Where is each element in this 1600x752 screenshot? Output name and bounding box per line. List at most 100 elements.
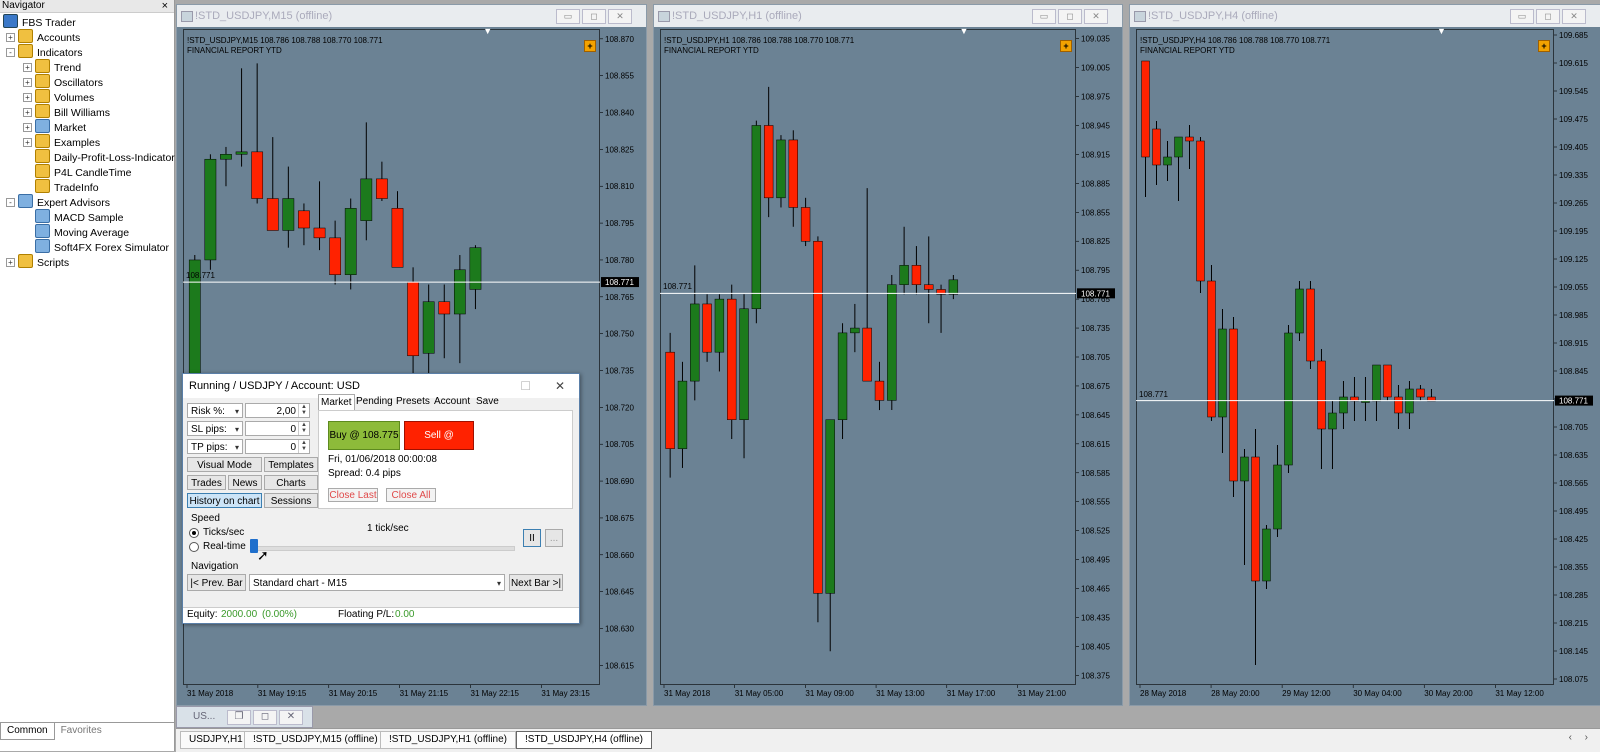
tree-item[interactable]: Scripts	[18, 254, 69, 269]
minimize-button[interactable]: ▭	[1510, 9, 1534, 24]
visual-mode-button[interactable]: Visual Mode	[187, 457, 262, 472]
maximize-button[interactable]: ◻	[582, 9, 606, 24]
chart-area[interactable]: 109.035 109.005 108.975 108.945 108.915 108.8…	[660, 26, 1116, 699]
tree-item[interactable]: Accounts	[18, 29, 80, 44]
history-on-chart-button[interactable]: History on chart	[187, 493, 262, 508]
minimize-button[interactable]: ▭	[1032, 9, 1056, 24]
close-button[interactable]: ✕	[1562, 9, 1586, 24]
candlestick-chart[interactable]: 109.685 109.615 109.545 109.475 109.405 109.3…	[1136, 29, 1594, 699]
tree-expander-icon[interactable]: +	[23, 138, 32, 147]
tree-item[interactable]: FBS Trader	[3, 14, 76, 29]
close-icon[interactable]: ×	[162, 0, 168, 12]
next-bar-button[interactable]: Next Bar >|	[509, 574, 563, 591]
tree-item[interactable]: Bill Williams	[35, 104, 110, 119]
tree-item[interactable]: Examples	[35, 134, 100, 149]
tab-market[interactable]: Market	[318, 394, 355, 410]
one-click-trading-icon[interactable]: +	[584, 40, 596, 52]
spinner-icon[interactable]: ▲ ▼	[298, 422, 309, 435]
price-label: 108.425	[1559, 535, 1588, 544]
tab-usdjpy-h1[interactable]: USDJPY,H1	[180, 731, 252, 749]
ohlc-readout: !STD_USDJPY,H1 108.786 108.788 108.770 1…	[664, 36, 855, 45]
maximize-button[interactable]: ◻	[253, 710, 277, 725]
tab-pending[interactable]: Pending	[354, 394, 395, 409]
chart-mode-select[interactable]: Standard chart - M15 ▾	[249, 574, 505, 591]
tree-item[interactable]: Indicators	[18, 44, 83, 59]
tree-item[interactable]: Daily-Profit-Loss-Indicator	[35, 149, 175, 164]
window-titlebar[interactable]: !STD_USDJPY,H1 (offline) ▭ ◻ ✕	[654, 5, 1122, 27]
dialog-close-icon[interactable]: ✕	[555, 374, 565, 398]
tab-std-h4[interactable]: !STD_USDJPY,H4 (offline)	[516, 731, 653, 749]
dialog-maximize-icon[interactable]: ☐	[520, 374, 531, 398]
tab-account[interactable]: Account	[432, 394, 472, 409]
risk-value-field[interactable]: 2,00 ▲ ▼	[245, 403, 310, 418]
one-click-trading-icon[interactable]: +	[1060, 40, 1072, 52]
trades-button[interactable]: Trades	[187, 475, 226, 490]
more-button[interactable]: ...	[545, 529, 563, 547]
maximize-button[interactable]: ◻	[1536, 9, 1560, 24]
tree-expander-icon[interactable]: +	[23, 93, 32, 102]
tree-expander-icon[interactable]: +	[23, 63, 32, 72]
ticks-radio[interactable]	[189, 528, 199, 538]
tree-expander-icon[interactable]: +	[6, 33, 15, 42]
chart-area[interactable]: 109.685 109.615 109.545 109.475 109.405 109.3…	[1136, 26, 1594, 699]
candlestick-chart[interactable]: 109.035 109.005 108.975 108.945 108.915 108.8…	[660, 29, 1116, 699]
tree-item[interactable]: Market	[35, 119, 86, 134]
chart-shift-icon[interactable]: ▼	[483, 26, 492, 36]
close-last-button[interactable]: Close Last	[328, 488, 378, 502]
tree-item[interactable]: Oscillators	[35, 74, 103, 89]
risk-mode-select[interactable]: Risk %: ▾	[187, 403, 243, 418]
sell-button[interactable]: Sell @ 108.771	[404, 421, 474, 468]
tab-std-h1[interactable]: !STD_USDJPY,H1 (offline)	[380, 731, 517, 749]
tree-expander-icon[interactable]: -	[6, 48, 15, 57]
window-titlebar[interactable]: !STD_USDJPY,M15 (offline) ▭ ◻ ✕	[177, 5, 646, 27]
tab-std-m15[interactable]: !STD_USDJPY,M15 (offline)	[244, 731, 387, 749]
tree-item[interactable]: Volumes	[35, 89, 94, 104]
close-button[interactable]: ✕	[1084, 9, 1108, 24]
speed-slider-track[interactable]	[251, 546, 515, 551]
tree-expander-icon[interactable]: +	[6, 258, 15, 267]
maximize-button[interactable]: ◻	[1058, 9, 1082, 24]
news-button[interactable]: News	[228, 475, 262, 490]
prev-bar-button[interactable]: |< Prev. Bar	[187, 574, 246, 591]
minimize-button[interactable]: ▭	[556, 9, 580, 24]
scroll-right-icon[interactable]: ›	[1585, 732, 1588, 743]
close-all-button[interactable]: Close All	[386, 488, 436, 502]
tree-expander-icon[interactable]: +	[23, 78, 32, 87]
tab-common[interactable]: Common	[0, 723, 55, 740]
tp-value-field[interactable]: 0 ▲ ▼	[245, 439, 310, 454]
spinner-icon[interactable]: ▲ ▼	[298, 440, 309, 453]
tree-item[interactable]: P4L CandleTime	[35, 164, 131, 179]
sl-value-field[interactable]: 0 ▲ ▼	[245, 421, 310, 436]
charts-button[interactable]: Charts	[264, 475, 318, 490]
buy-button[interactable]: Buy @ 108.775	[328, 421, 400, 450]
tree-item[interactable]: Moving Average	[35, 224, 129, 239]
realtime-radio[interactable]	[189, 542, 199, 552]
tree-item[interactable]: Trend	[35, 59, 81, 74]
tree-expander-icon[interactable]: +	[23, 108, 32, 117]
tab-save[interactable]: Save	[474, 394, 501, 409]
window-titlebar[interactable]: !STD_USDJPY,H4 (offline) ▭ ◻ ✕	[1130, 5, 1600, 27]
close-button[interactable]: ✕	[608, 9, 632, 24]
tab-presets[interactable]: Presets	[394, 394, 432, 409]
sl-mode-select[interactable]: SL pips: ▾	[187, 421, 243, 436]
tree-expander-icon[interactable]: +	[23, 123, 32, 132]
tree-item[interactable]: TradeInfo	[35, 179, 99, 194]
pause-button[interactable]: II	[523, 529, 541, 547]
templates-button[interactable]: Templates	[264, 457, 318, 472]
chart-shift-icon[interactable]: ▼	[1437, 26, 1446, 36]
tree-item[interactable]: Expert Advisors	[18, 194, 110, 209]
tp-mode-select[interactable]: TP pips: ▾	[187, 439, 243, 454]
scroll-left-icon[interactable]: ‹	[1569, 732, 1572, 743]
minimized-chart-window[interactable]: US... ❐ ◻ ✕	[176, 706, 313, 728]
tree-item[interactable]: MACD Sample	[35, 209, 123, 224]
close-button[interactable]: ✕	[279, 710, 303, 725]
spinner-icon[interactable]: ▲ ▼	[298, 404, 309, 417]
one-click-trading-icon[interactable]: +	[1538, 40, 1550, 52]
sessions-button[interactable]: Sessions	[264, 493, 318, 508]
chart-shift-icon[interactable]: ▼	[960, 26, 969, 36]
sl-value: 0	[290, 424, 296, 435]
tree-expander-icon[interactable]: -	[6, 198, 15, 207]
tab-favorites[interactable]: Favorites	[55, 723, 108, 739]
tree-item[interactable]: Soft4FX Forex Simulator	[35, 239, 169, 254]
restore-button[interactable]: ❐	[227, 710, 251, 725]
